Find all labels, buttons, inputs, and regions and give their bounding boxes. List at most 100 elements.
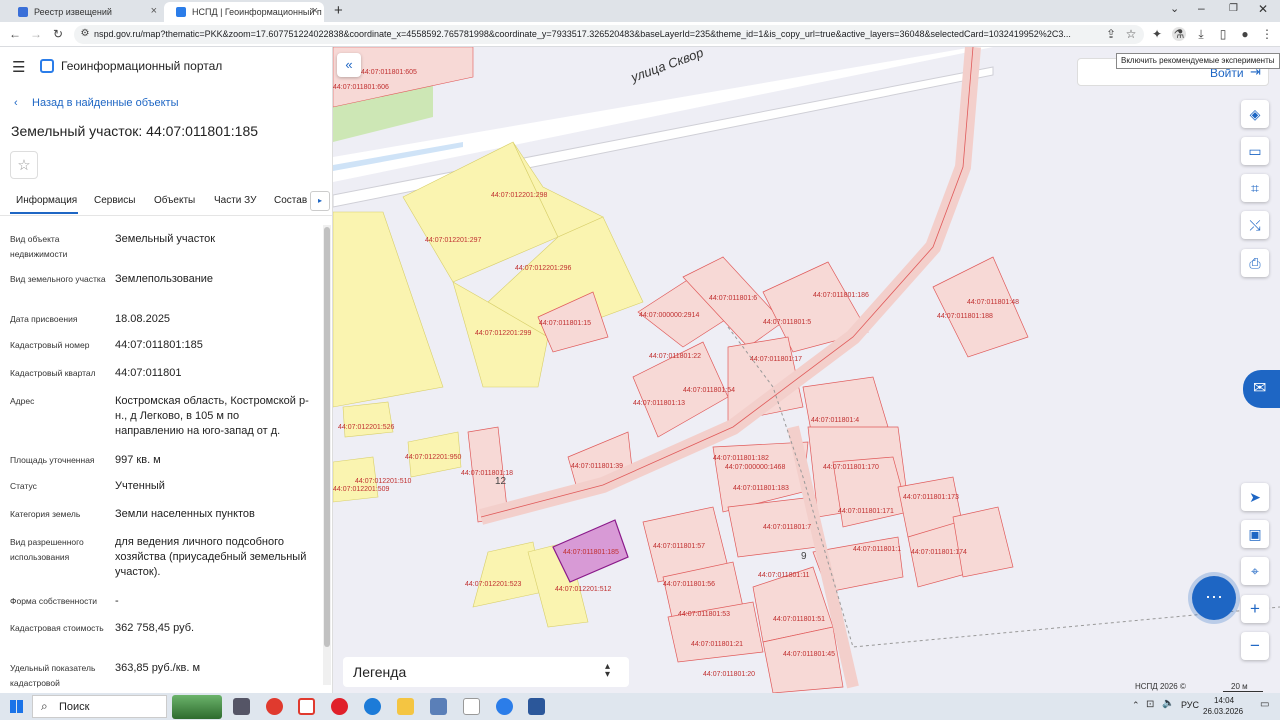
map-view[interactable]: улица Сквор 12 9 44:07:012201:298 44:07:0122… — [333, 47, 1280, 693]
parcel-label: 44:07:011801:51 — [773, 616, 825, 623]
tab-composition[interactable]: Состав — [274, 195, 307, 206]
task-view-icon[interactable] — [233, 698, 250, 715]
site-info-icon[interactable]: ⚙ — [78, 27, 92, 41]
language-indicator[interactable]: РУС — [1181, 700, 1199, 710]
reload-icon[interactable]: ↻ — [51, 27, 65, 41]
download-icon[interactable]: ⤓ — [1194, 27, 1208, 41]
zoom-out-button[interactable]: − — [1241, 632, 1269, 660]
parcel-label: 44:07:012201:297 — [425, 237, 482, 244]
parcel-label: 44:07:012201:950 — [405, 454, 462, 461]
tab-parts[interactable]: Части ЗУ — [214, 195, 256, 206]
document-icon[interactable] — [463, 698, 480, 715]
forward-arrow-icon[interactable]: → — [29, 27, 43, 41]
menu-dots-icon[interactable]: ⋮ — [1260, 27, 1274, 41]
parcel-label: 44:07:011801:171 — [838, 508, 894, 515]
edge-icon[interactable] — [364, 698, 381, 715]
close-window-icon[interactable]: ✕ — [1258, 2, 1268, 16]
back-arrow-icon[interactable]: ← — [8, 27, 22, 41]
favorite-star-button[interactable]: ☆ — [10, 151, 38, 179]
clock-time[interactable]: 14:04 — [1214, 696, 1234, 705]
property-label: Категория земель — [10, 509, 81, 519]
collapse-panel-button[interactable]: « — [337, 53, 361, 77]
tab-information[interactable]: Информация — [16, 195, 77, 206]
browser-toolbar: ← → ↻ nspd.gov.ru/map?thematic=PKK&zoom=… — [0, 22, 1280, 47]
shield-icon — [18, 7, 28, 17]
tab-objects[interactable]: Объекты — [154, 195, 195, 206]
scrollbar-thumb[interactable] — [324, 227, 330, 647]
parcel-label: 44:07:012201:512 — [555, 586, 612, 593]
locate-arrow-icon[interactable]: ➤ — [1241, 483, 1269, 511]
share-icon[interactable]: ⇪ — [1104, 27, 1118, 41]
close-icon[interactable]: × — [151, 5, 157, 17]
attribution-bar: НСПД 2026 © 20 м — [1123, 681, 1273, 693]
property-label: Дата присвоения — [10, 314, 78, 324]
select-area-icon[interactable]: ⌗ — [1241, 174, 1269, 202]
ruler-icon[interactable]: ▭ — [1241, 137, 1269, 165]
browser-tab-2[interactable]: НСПД | Геоинформационный п × — [164, 2, 324, 22]
network-icon[interactable]: ⊡ — [1146, 699, 1154, 710]
close-icon[interactable]: × — [312, 5, 318, 17]
minimap-icon[interactable]: ▣ — [1241, 520, 1269, 548]
house-number: 12 — [495, 476, 507, 487]
parcel-label: 44:07:011801:22 — [649, 353, 701, 360]
parcel-label: 44:07:011801:11 — [758, 572, 810, 579]
weather-widget-icon[interactable] — [172, 695, 222, 719]
share-icon[interactable]: ⤯ — [1241, 211, 1269, 239]
taskbar-search[interactable]: ⌕ Поиск — [32, 695, 167, 718]
parcel-label: 44:07:011801:183 — [733, 485, 789, 492]
chat-bubble-button[interactable]: ⋯ — [1192, 576, 1236, 620]
portal-title: Геоинформационный портал — [61, 59, 223, 73]
parcel-label: 44:07:000000:2914 — [639, 312, 699, 319]
layers-icon[interactable]: ◈ — [1241, 100, 1269, 128]
hamburger-menu-icon[interactable]: ☰ — [12, 58, 25, 76]
profile-icon[interactable]: ● — [1238, 27, 1252, 41]
zoom-in-button[interactable]: + — [1241, 595, 1269, 623]
browser-tab-1[interactable]: Реестр извещений × — [6, 2, 163, 22]
sidebar-icon[interactable]: ▯ — [1216, 27, 1230, 41]
app-icon[interactable] — [430, 698, 447, 715]
maximize-window-icon[interactable]: ❐ — [1229, 3, 1238, 14]
property-label: Форма собственности — [10, 596, 97, 606]
parcel-label: 44:07:011801:45 — [783, 651, 835, 658]
back-to-results-link[interactable]: Назад в найденные объекты — [32, 97, 179, 109]
tabs-scroll-right-button[interactable]: ▸ — [310, 191, 330, 211]
parcel-label: 44:07:011801:56 — [663, 581, 715, 588]
panel-scrollbar[interactable] — [323, 225, 331, 685]
opera-icon[interactable] — [331, 698, 348, 715]
windows-start-icon[interactable] — [10, 700, 23, 713]
print-icon[interactable]: ⎙ — [1241, 249, 1269, 277]
chrome-icon[interactable] — [496, 698, 513, 715]
house-number: 9 — [801, 551, 807, 562]
flask-icon[interactable]: ⚗ — [1172, 27, 1186, 41]
clock-date[interactable]: 26.03.2026 — [1203, 707, 1243, 716]
yandex-browser-icon[interactable] — [266, 698, 283, 715]
new-tab-button[interactable]: + — [334, 2, 343, 19]
parcel-label: 44:07:011801:186 — [813, 292, 869, 299]
minimize-icon[interactable]: ⌄ — [1170, 2, 1179, 15]
chevron-left-icon[interactable]: ‹ — [14, 97, 18, 109]
legend-dropdown[interactable]: Легенда ▴ ▾ — [343, 657, 629, 687]
parcel-label: 44:07:011801:53 — [678, 611, 730, 618]
parcel-label: 44:07:011801:185 — [563, 549, 619, 556]
feedback-side-button[interactable]: ✉ — [1243, 370, 1280, 408]
parcel-label: 44:07:011801:15 — [539, 320, 591, 327]
extensions-icon[interactable]: ✦ — [1150, 27, 1164, 41]
word-icon[interactable] — [528, 698, 545, 715]
map-canvas[interactable]: улица Сквор 12 9 44:07:012201:298 44:07:0122… — [333, 47, 1280, 693]
info-tabs: Информация Сервисы Объекты Части ЗУ Сост… — [10, 189, 330, 215]
parcel-label: 44:07:011801:606 — [333, 84, 389, 91]
minimize-window-icon[interactable]: – — [1198, 1, 1205, 15]
property-label: Кадастровая стоимость — [10, 623, 104, 633]
address-bar[interactable]: nspd.gov.ru/map?thematic=PKK&zoom=17.607… — [74, 25, 1144, 44]
property-value: 997 кв. м — [115, 454, 161, 466]
notifications-icon[interactable]: ▭ — [1260, 699, 1269, 710]
location-pin-icon[interactable]: ⌖ — [1241, 557, 1269, 585]
property-label: Удельный показатель кадастровой — [10, 663, 96, 688]
tray-chevron-icon[interactable]: ⌃ — [1132, 700, 1140, 711]
street-label: улица Сквор — [628, 47, 705, 85]
yandex-icon[interactable] — [298, 698, 315, 715]
tab-services[interactable]: Сервисы — [94, 195, 135, 206]
speaker-icon[interactable]: 🔈 — [1162, 698, 1174, 709]
file-explorer-icon[interactable] — [397, 698, 414, 715]
bookmark-star-icon[interactable]: ☆ — [1124, 27, 1138, 41]
